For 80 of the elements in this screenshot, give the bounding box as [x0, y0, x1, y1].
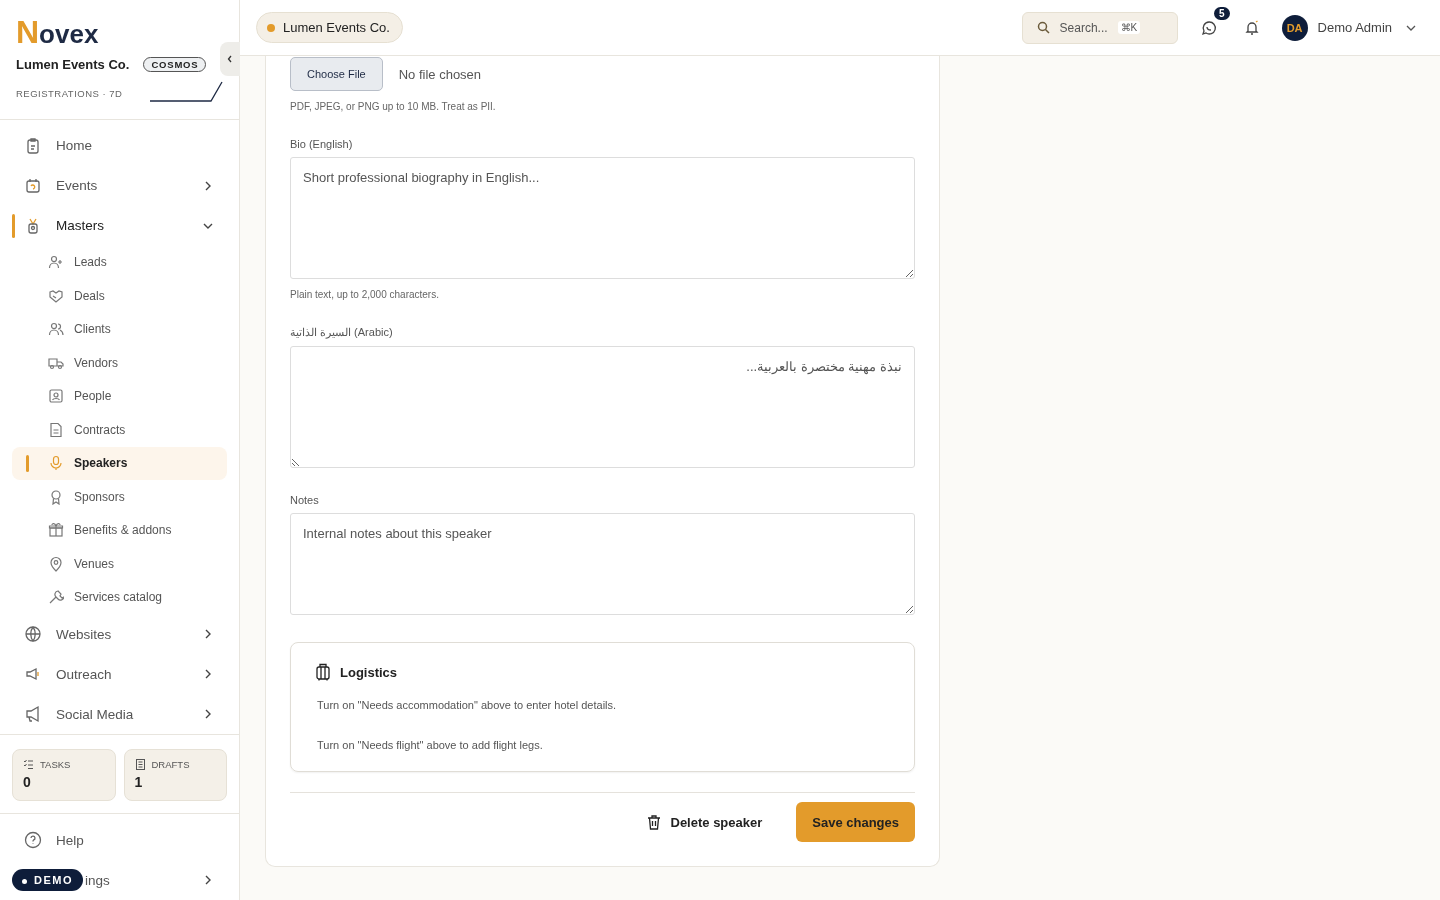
nav-subitem[interactable]: Speakers [12, 446, 227, 480]
stat-label: TASKS [40, 759, 71, 770]
award-icon [48, 488, 64, 505]
chevron-right-icon [203, 629, 213, 639]
pin-icon [48, 555, 64, 572]
megaphone2-icon [24, 705, 42, 723]
demo-badge: DEMO [12, 869, 83, 891]
nav-subitem[interactable]: Clients [12, 312, 227, 346]
shortcut-key: ⌘K [1117, 21, 1141, 34]
help-icon [24, 831, 42, 849]
bell-icon [1243, 19, 1260, 36]
stat-card[interactable]: DRAFTS 1 [123, 749, 227, 801]
search-field[interactable]: Search... ⌘K [1021, 11, 1178, 44]
stat-value: 1 [134, 774, 144, 790]
nav-subitem[interactable]: Benefits & addons [12, 513, 227, 547]
user-menu[interactable]: DA Demo Admin [1281, 14, 1416, 41]
logistics-title: Logistics [340, 664, 398, 680]
nav-item[interactable]: Home [12, 125, 227, 166]
trash-icon [646, 814, 661, 830]
idcard-icon [48, 388, 64, 405]
nav-item[interactable]: Social Media [12, 694, 227, 734]
gift-icon [48, 522, 64, 539]
nav-subitem[interactable]: Leads [12, 245, 227, 279]
wrench-icon [48, 589, 64, 606]
stat-card[interactable]: TASKS 0 [12, 749, 116, 801]
field-label: السيرة الذاتية (Arabic) [290, 326, 394, 339]
nav-subitem[interactable]: Deals [12, 279, 227, 313]
chevron-left-icon [227, 55, 233, 63]
text-area[interactable]: نبذة مهنية مختصرة بالعربية... [290, 346, 915, 468]
workspace-name: Lumen Events Co. [16, 57, 130, 72]
nav-item[interactable]: Outreach [12, 654, 227, 694]
globe-icon [24, 625, 42, 643]
search-icon [1036, 21, 1050, 34]
file-status: No file chosen [398, 66, 482, 82]
field-hint: PDF, JPEG, or PNG up to 10 MB. Treat as PII. [290, 101, 497, 112]
nav-subitem[interactable]: Services catalog [12, 580, 227, 614]
field-label: Notes [290, 494, 320, 506]
search-placeholder: Search... [1059, 20, 1108, 35]
save-button[interactable]: Save changes [796, 802, 915, 842]
nav-item[interactable]: Events [12, 165, 227, 206]
logistics-note: Turn on "Needs flight" above to add flight legs. [316, 739, 544, 751]
nav-subitem[interactable]: Venues [12, 547, 227, 581]
nav-item[interactable]: Help [12, 820, 227, 860]
workspace-pill[interactable]: Lumen Events Co. [256, 12, 403, 43]
chevron-right-icon [203, 669, 213, 679]
clipboard-icon [24, 136, 42, 155]
luggage-icon [315, 663, 331, 681]
users-icon [48, 321, 64, 338]
plan-badge: COSMOS [143, 57, 207, 72]
message-count: 5 [1214, 6, 1230, 20]
stat-label: DRAFTS [151, 759, 190, 770]
metric-label: REGISTRATIONS · 7D [16, 88, 123, 99]
user-avatar: DA [1281, 14, 1308, 41]
field-hint: Plain text, up to 2,000 characters. [290, 289, 440, 300]
choose-file-button[interactable]: Choose File [290, 57, 383, 91]
logistics-note: Turn on "Needs accommodation" above to enter hotel details. [316, 699, 618, 711]
document-icon [134, 759, 146, 770]
nav-subitem[interactable]: People [12, 379, 227, 413]
calendar-icon [24, 176, 42, 195]
megaphone-icon [24, 665, 42, 683]
nav-item[interactable]: Websites [12, 614, 227, 654]
nav-item[interactable]: ings [83, 860, 227, 900]
text-area[interactable]: Internal notes about this speaker [290, 513, 915, 615]
novex-logo: Novex [16, 14, 99, 51]
delete-button[interactable]: Delete speaker [640, 802, 769, 842]
checklist-icon [23, 759, 34, 770]
chevron-right-icon [203, 180, 213, 191]
nav-subitem[interactable]: Contracts [12, 413, 227, 447]
mic-icon [48, 455, 64, 472]
nav-subitem[interactable]: Sponsors [12, 480, 227, 514]
text-area[interactable]: Short professional biography in English... [290, 157, 915, 279]
chat-icon [1199, 18, 1218, 37]
userplus-icon [48, 254, 64, 271]
nav-subitem[interactable]: Vendors [12, 346, 227, 380]
chevron-right-icon [203, 709, 213, 719]
field-label: Bio (English) [290, 138, 354, 150]
nav-item[interactable]: Masters [12, 205, 227, 246]
chevron-right-icon [203, 875, 213, 885]
stat-value: 0 [23, 774, 32, 790]
doc-icon [48, 421, 64, 438]
